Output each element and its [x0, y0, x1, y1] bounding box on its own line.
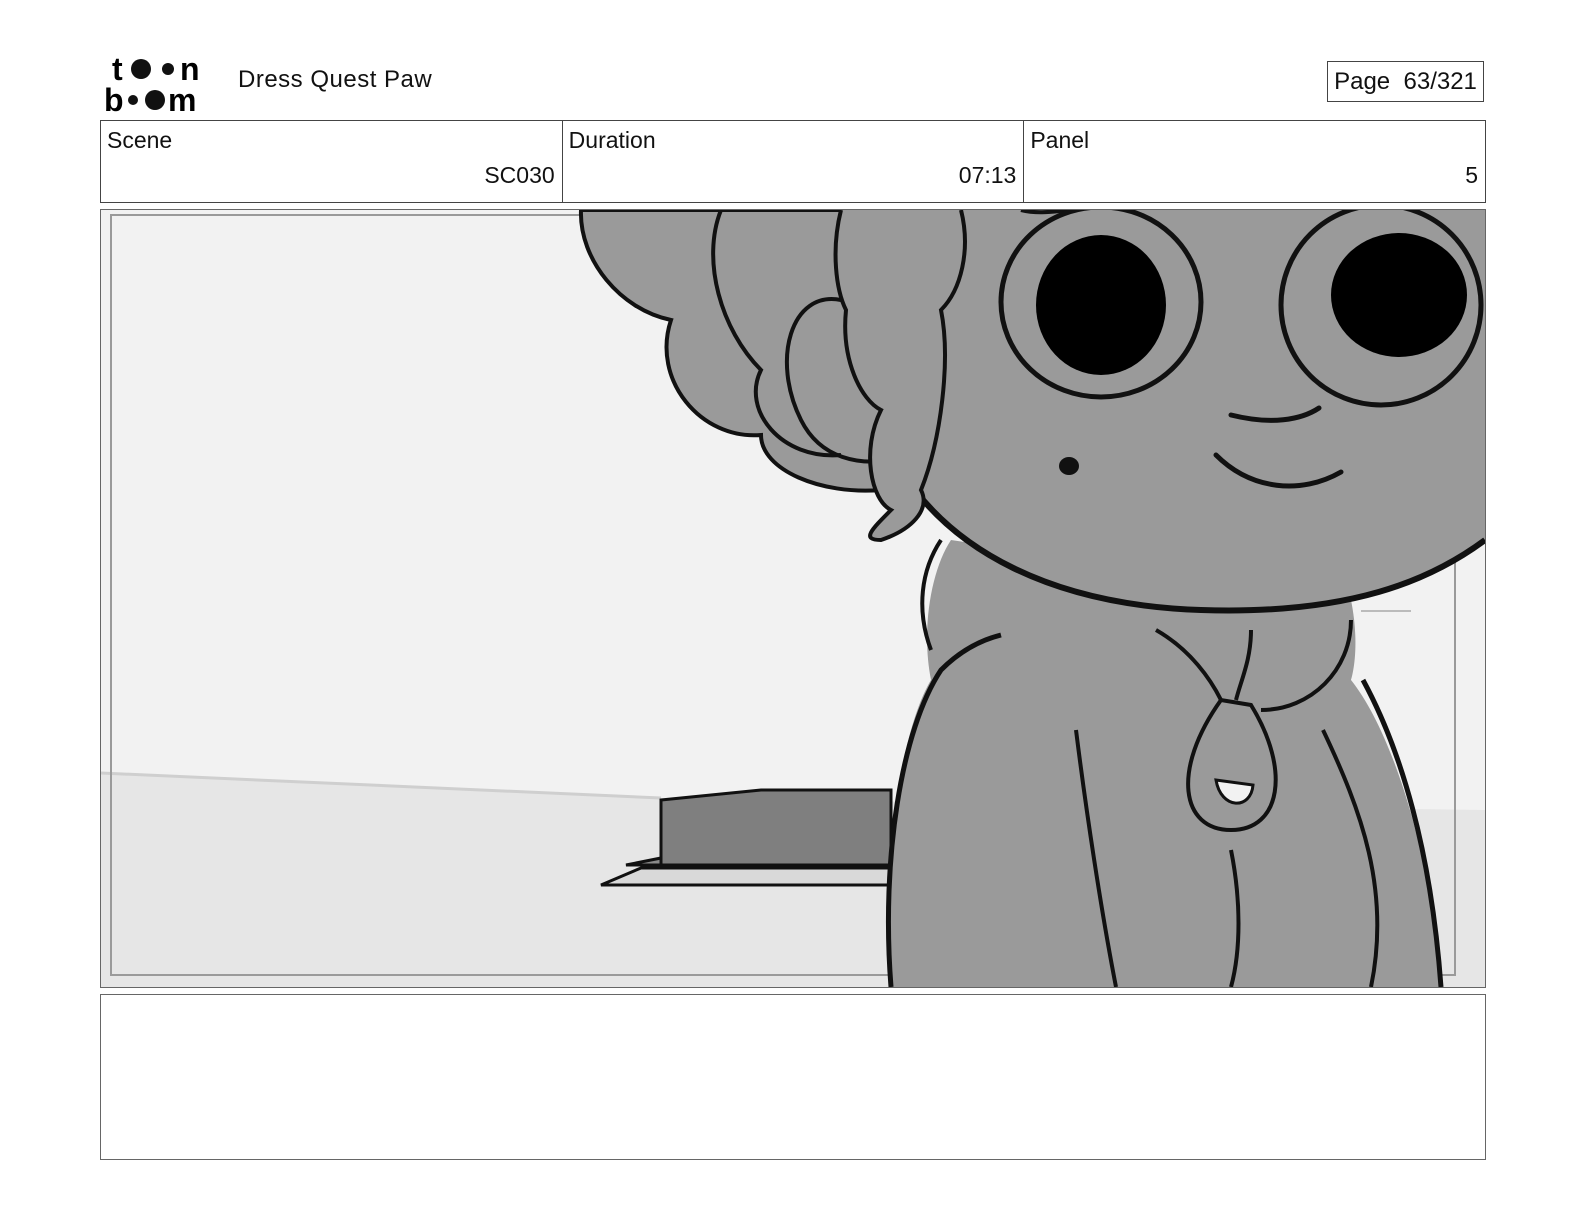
- panel-value: 5: [1465, 162, 1479, 188]
- scene-value: SC030: [484, 162, 555, 188]
- duration-label: Duration: [568, 127, 656, 153]
- panel-cell: Panel 5: [1024, 121, 1485, 202]
- panel-drawing: [101, 210, 1485, 987]
- toon-boom-logo: t n b m: [104, 51, 200, 114]
- page-indicator: Page 63/321: [1327, 61, 1484, 102]
- panel-info-row: Scene SC030 Duration 07:13 Panel 5: [100, 120, 1486, 203]
- scene-label: Scene: [107, 127, 173, 153]
- panel-notes-box: [100, 994, 1486, 1160]
- page-number: 63/321: [1403, 68, 1477, 95]
- scene-cell: Scene SC030: [101, 121, 563, 202]
- storyboard-panel-image: [100, 209, 1486, 988]
- svg-text:b: b: [104, 82, 124, 114]
- panel-label: Panel: [1030, 127, 1090, 153]
- page-label: Page: [1334, 68, 1391, 95]
- duration-cell: Duration 07:13: [563, 121, 1025, 202]
- svg-text:m: m: [168, 82, 196, 114]
- project-title: Dress Quest Paw: [238, 66, 433, 93]
- duration-value: 07:13: [958, 162, 1017, 188]
